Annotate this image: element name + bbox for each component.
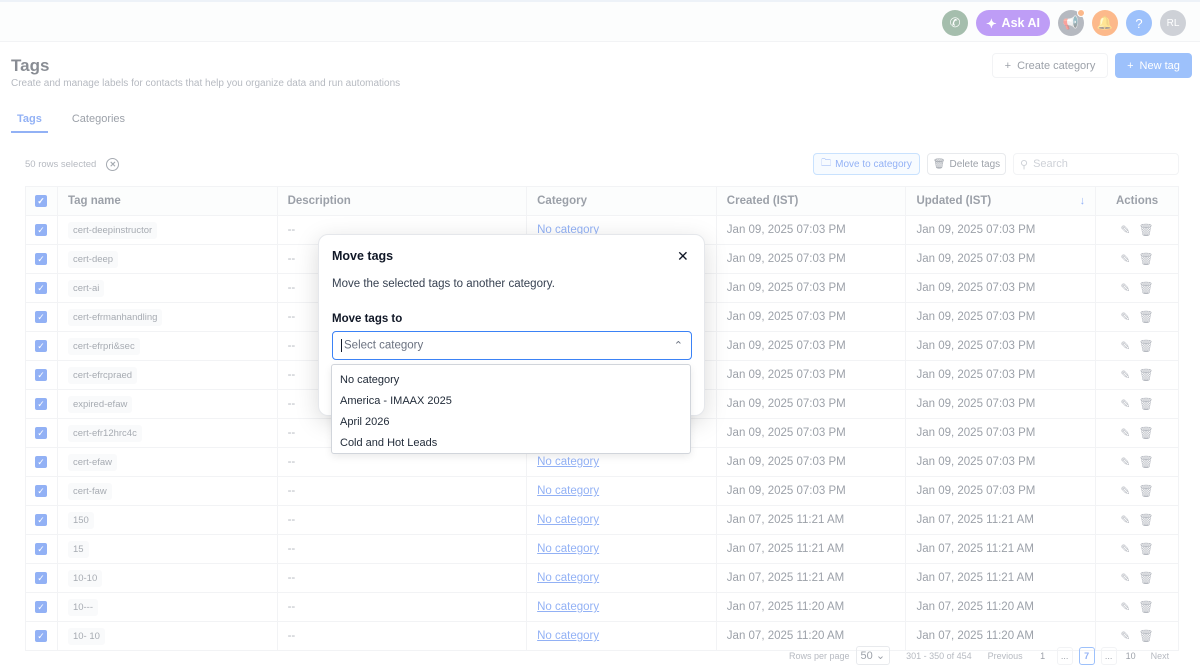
move-tags-to-label: Move tags to bbox=[332, 313, 403, 325]
category-select-placeholder: Select category bbox=[344, 339, 424, 352]
text-cursor bbox=[341, 339, 342, 352]
category-option[interactable]: Cold and Hot Leads bbox=[332, 432, 690, 453]
category-select[interactable]: Select category ⌃ bbox=[332, 331, 692, 360]
chevron-up-icon[interactable]: ⌃ bbox=[674, 339, 683, 352]
category-dropdown-menu: No category America - IMAAX 2025 April 2… bbox=[331, 364, 691, 454]
category-option[interactable]: April 2026 bbox=[332, 411, 690, 432]
close-icon[interactable]: ✕ bbox=[677, 248, 689, 265]
category-option[interactable]: No category bbox=[332, 369, 690, 390]
dialog-description: Move the selected tags to another catego… bbox=[332, 278, 555, 290]
dialog-title: Move tags bbox=[332, 249, 394, 263]
category-option[interactable]: America - IMAAX 2025 bbox=[332, 390, 690, 411]
